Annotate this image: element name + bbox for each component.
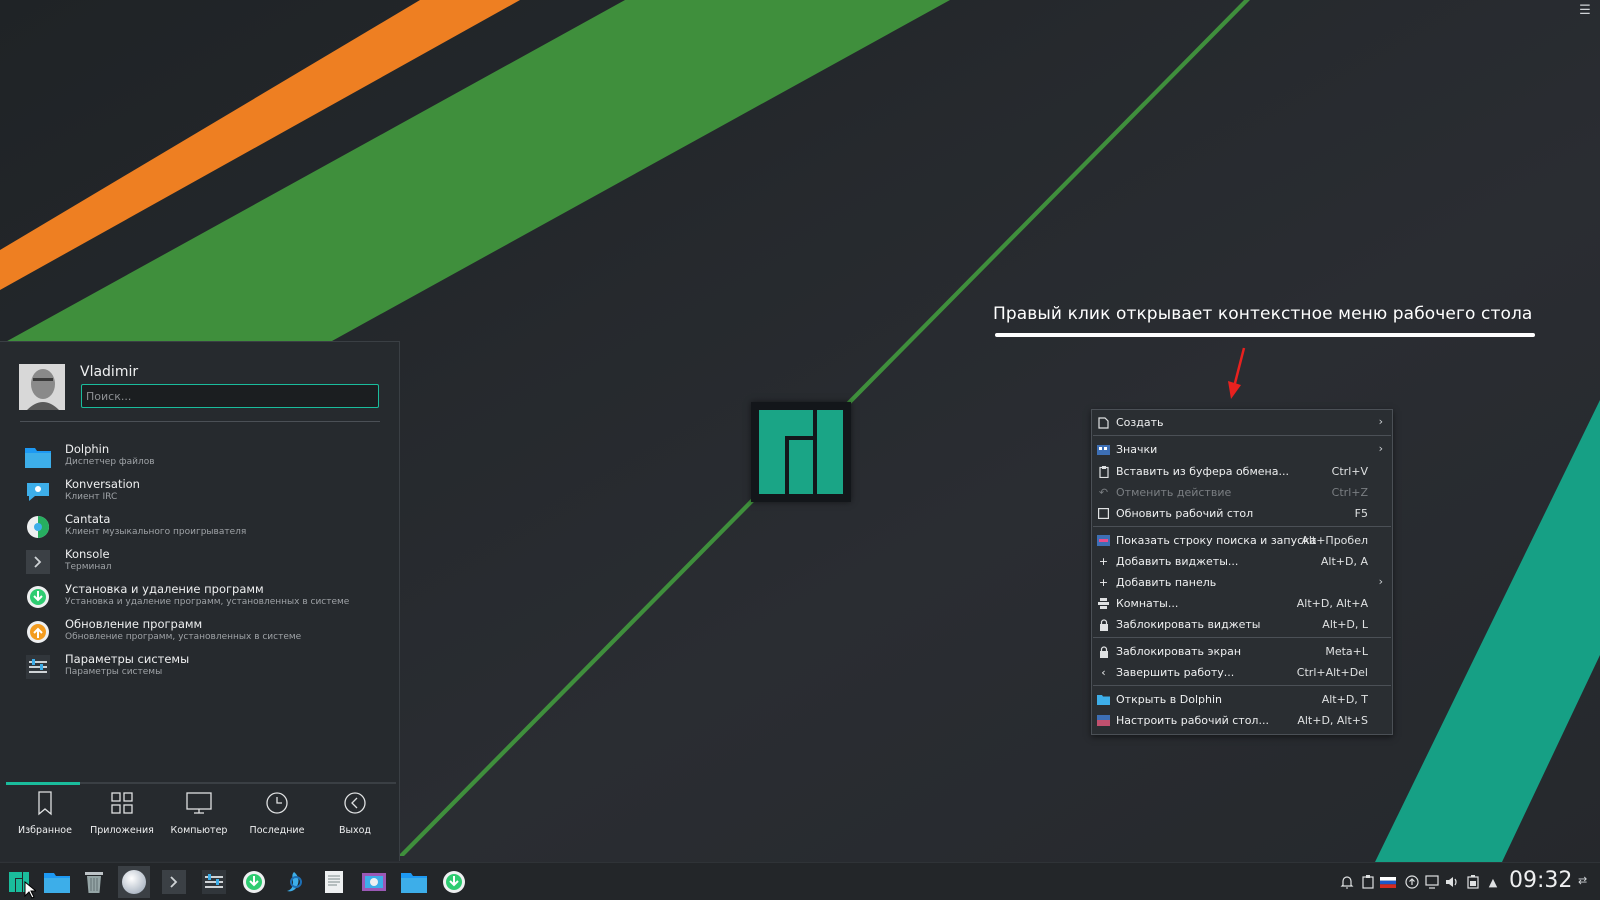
- launcher-tab-indicator: [6, 782, 396, 785]
- manjaro-logo: [751, 402, 851, 502]
- launcher-search-input[interactable]: [81, 384, 379, 408]
- computer-icon: [185, 789, 213, 817]
- menu-item-lock-screen[interactable]: Заблокировать экран Meta+L: [1093, 641, 1391, 662]
- menu-item-refresh-desktop[interactable]: Обновить рабочий стол F5: [1093, 503, 1391, 524]
- favorite-software-update[interactable]: Обновление программ Обновление программ,…: [20, 615, 380, 648]
- menu-separator: [1093, 637, 1391, 638]
- krunner-icon: [1097, 534, 1110, 547]
- keyboard-layout-icon[interactable]: [1380, 874, 1396, 890]
- favorite-konversation[interactable]: Konversation Клиент IRC: [20, 475, 380, 508]
- menu-item-add-widgets[interactable]: + Добавить виджеты... Alt+D, A: [1093, 551, 1391, 572]
- bookmark-icon: [31, 789, 59, 817]
- chevron-right-icon: ›: [1378, 575, 1383, 588]
- tab-applications[interactable]: Приложения: [83, 789, 161, 849]
- system-settings-icon[interactable]: [198, 866, 230, 898]
- text-editor-icon[interactable]: [318, 866, 350, 898]
- volume-icon[interactable]: [1444, 874, 1460, 890]
- chevron-right-icon: ›: [1378, 442, 1383, 455]
- user-avatar[interactable]: [19, 364, 65, 410]
- history-icon: [263, 789, 291, 817]
- software-install-icon[interactable]: [238, 866, 270, 898]
- tab-computer[interactable]: Компьютер: [160, 789, 238, 849]
- chevron-right-icon: ›: [1378, 415, 1383, 428]
- menu-item-leave[interactable]: ‹ Завершить работу... Ctrl+Alt+Del: [1093, 662, 1391, 683]
- icons-view-icon: [1097, 443, 1110, 456]
- terminal-icon[interactable]: [158, 866, 190, 898]
- dolphin-icon[interactable]: [41, 866, 73, 898]
- software-update-icon[interactable]: [438, 866, 470, 898]
- menu-item-activities[interactable]: Комнаты... Alt+D, Alt+A: [1093, 593, 1391, 614]
- favorite-system-settings[interactable]: Параметры системы Параметры системы: [20, 650, 380, 683]
- plus-icon: +: [1098, 576, 1109, 589]
- annotation-underline: [995, 333, 1535, 337]
- panel-settings-icon[interactable]: ⇄: [1578, 874, 1587, 887]
- menu-separator: [1093, 685, 1391, 686]
- chevron-left-icon: ‹: [1101, 666, 1106, 679]
- favorite-cantata[interactable]: Cantata Клиент музыкального проигрывател…: [20, 510, 380, 543]
- folder-icon: [25, 444, 51, 470]
- updates-icon[interactable]: [1404, 874, 1420, 890]
- leave-icon: [341, 789, 369, 817]
- clipboard-icon: [1097, 465, 1110, 478]
- undo-icon: ↶: [1098, 486, 1109, 499]
- clipboard-icon[interactable]: [1360, 874, 1376, 890]
- mouse-cursor-icon: [24, 881, 36, 899]
- menu-item-paste[interactable]: Вставить из буфера обмена... Ctrl+V: [1093, 461, 1391, 482]
- taskbar-panel: ▲ 09:32 ⇄: [0, 862, 1600, 900]
- system-settings-icon: [25, 654, 51, 680]
- menu-item-add-panel[interactable]: + Добавить панель ›: [1093, 572, 1391, 593]
- applications-grid-icon: [108, 789, 136, 817]
- new-file-icon: [1097, 416, 1110, 429]
- tab-favorites[interactable]: Избранное: [6, 789, 84, 849]
- activities-icon: [1097, 597, 1110, 610]
- favorite-konsole[interactable]: Konsole Терминал: [20, 545, 380, 578]
- network-icon[interactable]: [1424, 874, 1440, 890]
- battery-icon[interactable]: [1465, 874, 1481, 890]
- steam-icon[interactable]: [278, 866, 310, 898]
- software-install-icon: [25, 584, 51, 610]
- annotation-arrow-icon: [1228, 347, 1246, 399]
- show-hidden-icon[interactable]: ▲: [1485, 874, 1501, 890]
- desktop-settings-icon: [1097, 714, 1110, 727]
- trash-icon[interactable]: [78, 866, 110, 898]
- menu-item-configure-desktop[interactable]: Настроить рабочий стол... Alt+D, Alt+S: [1093, 710, 1391, 731]
- menu-item-krunner[interactable]: Показать строку поиска и запуска Alt+Про…: [1093, 530, 1391, 551]
- notifications-icon[interactable]: [1339, 874, 1355, 890]
- desktop-context-menu: Создать › Значки › Вставить из буфера об…: [1091, 409, 1393, 735]
- username: Vladimir: [80, 364, 139, 380]
- favorite-software-install[interactable]: Установка и удаление программ Установка …: [20, 580, 380, 613]
- menu-item-lock-widgets[interactable]: Заблокировать виджеты Alt+D, L: [1093, 614, 1391, 635]
- menu-item-undo: ↶ Отменить действие Ctrl+Z: [1098, 486, 1368, 499]
- screenshot-icon[interactable]: [358, 866, 390, 898]
- refresh-icon: [1097, 507, 1110, 520]
- software-update-icon: [25, 619, 51, 645]
- annotation-caption: Правый клик открывает контекстное меню р…: [993, 304, 1533, 324]
- menu-item-open-dolphin[interactable]: Открыть в Dolphin Alt+D, T: [1093, 689, 1391, 710]
- browser-icon[interactable]: [118, 866, 150, 898]
- menu-item-icons[interactable]: Значки ›: [1093, 439, 1391, 460]
- terminal-icon: [25, 549, 51, 575]
- menu-item-create[interactable]: Создать ›: [1093, 412, 1391, 433]
- tab-leave[interactable]: Выход: [316, 789, 394, 849]
- plus-icon: +: [1098, 555, 1109, 568]
- menu-separator: [1093, 526, 1391, 527]
- menu-separator: [1093, 435, 1391, 436]
- application-launcher: Vladimir Dolphin Диспетчер файлов Konver…: [0, 341, 400, 861]
- lock-icon: [1097, 618, 1110, 631]
- folder-icon: [1097, 693, 1110, 706]
- lock-icon: [1097, 645, 1110, 658]
- desktop-toolbox-icon[interactable]: ☰: [1578, 4, 1592, 18]
- cantata-icon: [25, 514, 51, 540]
- folder-icon[interactable]: [398, 866, 430, 898]
- tab-history[interactable]: Последние: [238, 789, 316, 849]
- launcher-divider: [20, 421, 380, 422]
- konversation-icon: [25, 479, 51, 505]
- digital-clock[interactable]: 09:32: [1509, 868, 1572, 893]
- favorite-dolphin[interactable]: Dolphin Диспетчер файлов: [20, 440, 380, 473]
